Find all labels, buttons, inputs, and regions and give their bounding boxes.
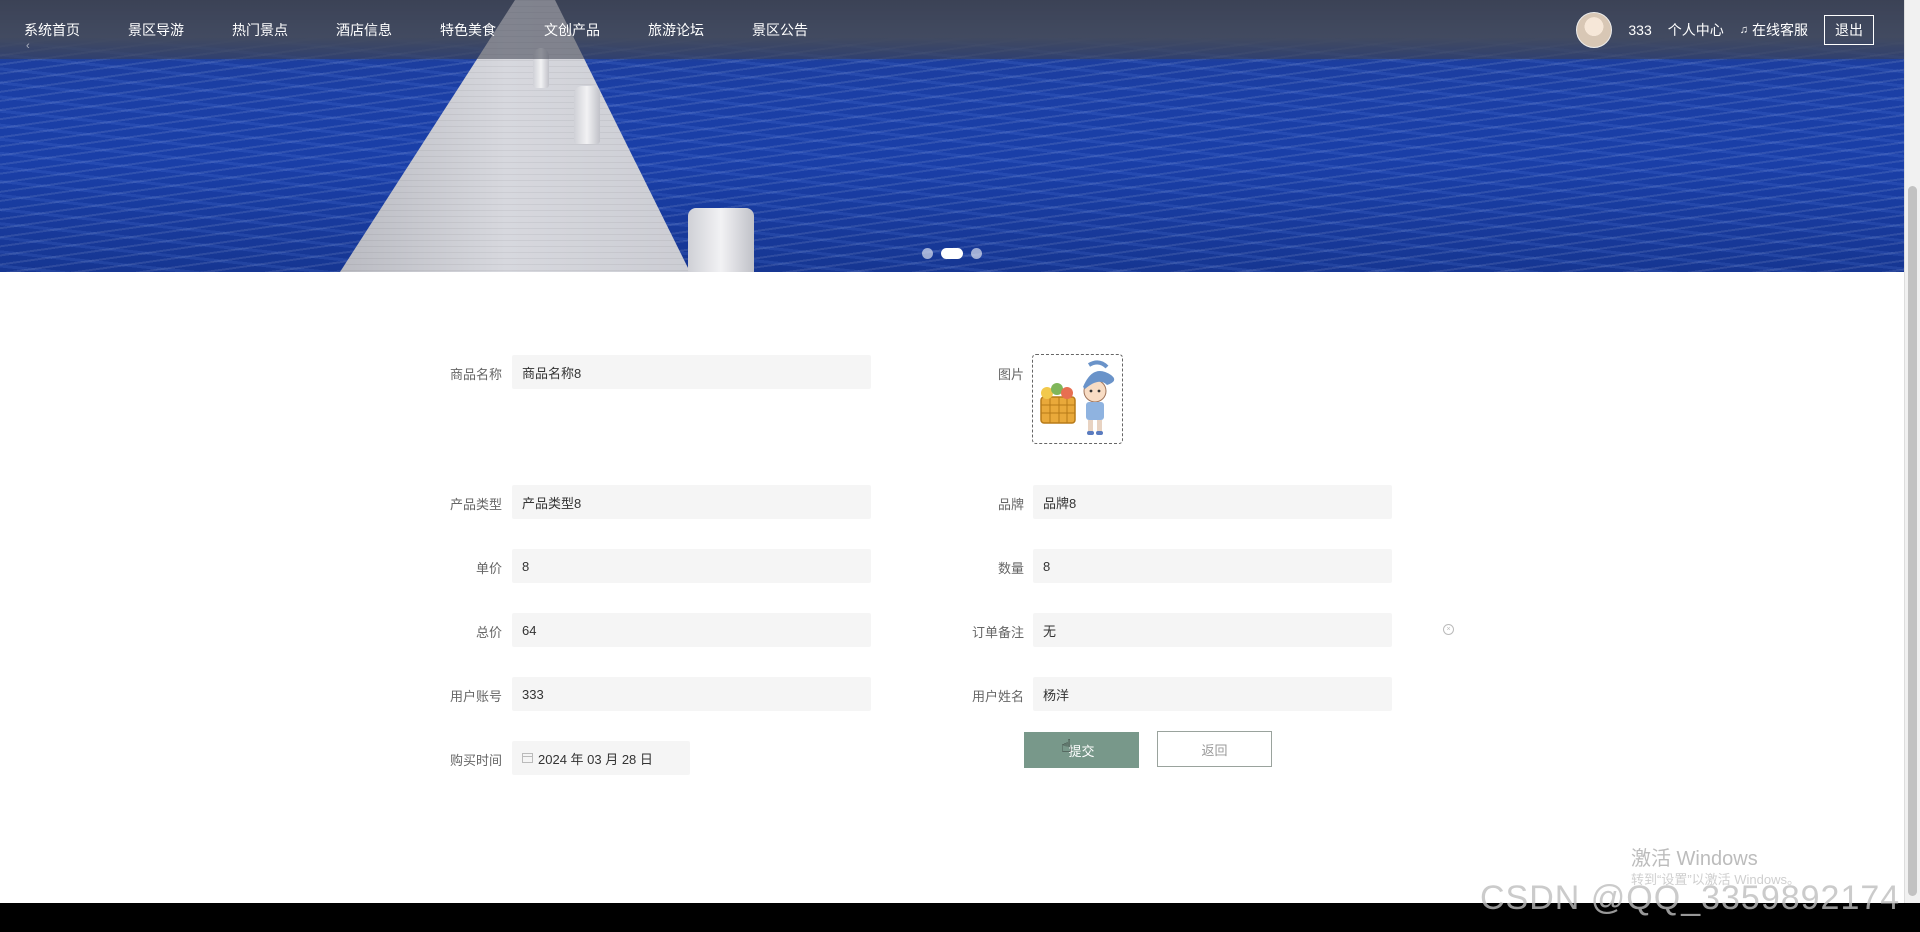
carousel-dot[interactable] bbox=[971, 248, 982, 259]
product-image[interactable] bbox=[1032, 354, 1123, 444]
nav-personal-center[interactable]: 个人中心 bbox=[1668, 20, 1724, 40]
nav-menu: 系统首页 景区导游 热门景点 酒店信息 特色美食 文创产品 旅游论坛 景区公告 bbox=[0, 20, 832, 40]
carousel-dot-active[interactable] bbox=[941, 248, 963, 259]
unit-price-field[interactable]: 8 bbox=[512, 549, 871, 583]
pier-post bbox=[574, 86, 600, 144]
csdn-watermark: CSDN @QQ_3359892174 bbox=[1480, 879, 1901, 917]
label-order-note: 订单备注 bbox=[971, 625, 1024, 640]
back-button[interactable]: 返回 bbox=[1157, 731, 1272, 767]
bell-icon: ♫ bbox=[1739, 23, 1748, 36]
label-image: 图片 bbox=[997, 367, 1024, 382]
purchase-time-picker[interactable]: 2024 年 03 月 28 日 bbox=[512, 741, 690, 775]
nav-item-forum[interactable]: 旅游论坛 bbox=[624, 20, 728, 40]
user-name-field[interactable]: 杨洋 bbox=[1033, 677, 1392, 711]
quantity-field[interactable]: 8 bbox=[1033, 549, 1392, 583]
product-image-illustration bbox=[1040, 360, 1115, 435]
label-user-name: 用户姓名 bbox=[971, 689, 1024, 704]
carousel-indicators bbox=[922, 248, 982, 259]
label-brand: 品牌 bbox=[997, 497, 1024, 512]
scrollbar-thumb[interactable] bbox=[1908, 186, 1917, 896]
hand-cursor-icon: ☝ bbox=[1061, 736, 1072, 756]
nav-item-products[interactable]: 文创产品 bbox=[520, 20, 624, 40]
nav-username: 333 bbox=[1628, 21, 1652, 38]
purchase-time-value: 2024 年 03 月 28 日 bbox=[538, 751, 653, 767]
label-purchase-time: 购买时间 bbox=[449, 753, 502, 768]
submit-button[interactable]: 提交 bbox=[1024, 732, 1139, 768]
top-nav: 系统首页 景区导游 热门景点 酒店信息 特色美食 文创产品 旅游论坛 景区公告 … bbox=[0, 0, 1904, 59]
windows-activation-watermark: 激活 Windows bbox=[1631, 848, 1758, 870]
label-total-price: 总价 bbox=[475, 625, 502, 640]
pier-post bbox=[688, 208, 754, 272]
label-product-type: 产品类型 bbox=[449, 497, 502, 512]
nav-item-notices[interactable]: 景区公告 bbox=[728, 20, 832, 40]
nav-user-area: 333 个人中心 ♫ 在线客服 退出 bbox=[1576, 0, 1874, 59]
clear-icon[interactable]: × bbox=[1443, 624, 1454, 635]
carousel-dot[interactable] bbox=[922, 248, 933, 259]
nav-item-hotels[interactable]: 酒店信息 bbox=[312, 20, 416, 40]
nav-item-food[interactable]: 特色美食 bbox=[416, 20, 520, 40]
product-type-field[interactable]: 产品类型8 bbox=[512, 485, 871, 519]
user-account-field[interactable]: 333 bbox=[512, 677, 871, 711]
label-unit-price: 单价 bbox=[475, 561, 502, 576]
back-arrow-icon[interactable]: ‹ bbox=[26, 40, 30, 52]
label-user-account: 用户账号 bbox=[449, 689, 502, 704]
label-product-name: 商品名称 bbox=[449, 367, 502, 382]
nav-item-home[interactable]: 系统首页 bbox=[0, 20, 104, 40]
nav-service[interactable]: ♫ 在线客服 bbox=[1740, 20, 1808, 40]
nav-item-guide[interactable]: 景区导游 bbox=[104, 20, 208, 40]
nav-item-attractions[interactable]: 热门景点 bbox=[208, 20, 312, 40]
page-scrollbar[interactable] bbox=[1904, 0, 1920, 903]
order-note-field[interactable]: 无 bbox=[1033, 613, 1392, 647]
label-quantity: 数量 bbox=[997, 561, 1024, 576]
logout-button[interactable]: 退出 bbox=[1824, 14, 1874, 45]
calendar-icon bbox=[522, 753, 533, 763]
product-name-field[interactable]: 商品名称8 bbox=[512, 355, 871, 389]
nav-service-label: 在线客服 bbox=[1752, 21, 1808, 38]
total-price-field[interactable]: 64 bbox=[512, 613, 871, 647]
brand-field[interactable]: 品牌8 bbox=[1033, 485, 1392, 519]
avatar[interactable] bbox=[1576, 11, 1613, 48]
